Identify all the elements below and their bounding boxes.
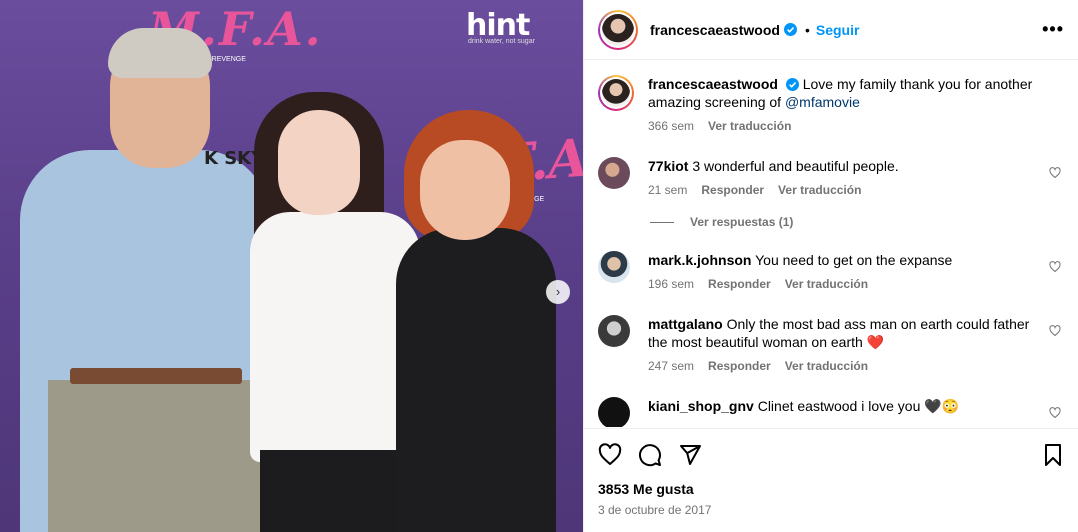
comment-username[interactable]: mark.k.johnson: [648, 252, 751, 268]
post-date[interactable]: 3 de octubre de 2017: [598, 503, 1065, 517]
comment-translate-link[interactable]: Ver traducción: [785, 275, 868, 293]
comment-body: 77kiot 3 wonderful and beautiful people.…: [648, 157, 1040, 199]
comment-body: mark.k.johnson You need to get on the ex…: [648, 251, 1040, 293]
person-1-belt: [70, 368, 242, 384]
like-heart-icon[interactable]: [598, 443, 622, 467]
view-replies-button[interactable]: Ver respuestas (1): [650, 215, 1065, 229]
like-comment-heart-icon[interactable]: [1049, 407, 1061, 419]
comment-translate-link[interactable]: Ver traducción: [778, 181, 861, 199]
comment-item: 77kiot 3 wonderful and beautiful people.…: [598, 157, 1065, 199]
caption-avatar-image: [602, 79, 630, 107]
comment-item: kiani_shop_gnv Clinet eastwood i love yo…: [598, 397, 1065, 427]
more-options-icon[interactable]: •••: [1042, 19, 1064, 40]
like-comment-heart-icon[interactable]: [1049, 325, 1061, 337]
like-comment-heart-icon[interactable]: [1049, 261, 1061, 273]
verified-badge-icon: [785, 78, 799, 91]
comment-age[interactable]: 196 sem: [648, 275, 694, 293]
commenter-avatar[interactable]: [598, 157, 630, 189]
commenter-avatar[interactable]: [598, 315, 630, 347]
follow-button[interactable]: Seguir: [816, 22, 860, 38]
comment-text: You need to get on the expanse: [755, 252, 953, 268]
caption-translate-link[interactable]: Ver traducción: [708, 117, 791, 135]
comment-bubble-icon[interactable]: [638, 443, 662, 467]
action-icons: [598, 429, 1065, 481]
author-avatar-image: [602, 13, 634, 46]
caption-body: francescaeastwood Love my family thank y…: [648, 75, 1040, 135]
commenter-avatar[interactable]: [598, 397, 630, 427]
post-actions: 3853 Me gusta 3 de octubre de 2017: [584, 428, 1078, 532]
sponsor-tagline: drink water, not sugar: [468, 38, 535, 45]
like-count[interactable]: 3853 Me gusta: [598, 481, 1065, 497]
comment-body: kiani_shop_gnv Clinet eastwood i love yo…: [648, 397, 1040, 415]
heart-emoji: ❤️: [866, 334, 885, 350]
share-paper-plane-icon[interactable]: [678, 443, 702, 467]
comment-meta: 247 sem Responder Ver traducción: [648, 357, 1040, 375]
caption: francescaeastwood Love my family thank y…: [598, 75, 1065, 135]
person-2-pants: [260, 450, 400, 532]
caption-meta: 366 sem Ver traducción: [648, 117, 1040, 135]
person-3-jacket: [396, 228, 556, 532]
caption-avatar[interactable]: [598, 75, 634, 111]
like-comment-heart-icon[interactable]: [1049, 167, 1061, 179]
comment-reply-button[interactable]: Responder: [708, 275, 771, 293]
person-1-pants: [48, 380, 263, 532]
commenter-avatar[interactable]: [598, 251, 630, 283]
comment-reply-button[interactable]: Responder: [708, 357, 771, 375]
person-3-face: [420, 140, 510, 240]
verified-badge-icon: [783, 23, 797, 36]
person-1-hair: [108, 28, 212, 78]
person-2-face: [278, 110, 360, 215]
comment-translate-link[interactable]: Ver traducción: [785, 357, 868, 375]
post-photo[interactable]: M.F.A. F.A. hint drink water, not sugar …: [0, 0, 583, 532]
comment-username[interactable]: kiani_shop_gnv: [648, 398, 754, 414]
comments-list[interactable]: francescaeastwood Love my family thank y…: [584, 61, 1078, 427]
comment-body: mattgalano Only the most bad ass man on …: [648, 315, 1040, 375]
view-replies-label: Ver respuestas (1): [690, 215, 794, 229]
comment-username[interactable]: mattgalano: [648, 316, 723, 332]
save-bookmark-icon[interactable]: [1041, 443, 1065, 467]
comment-age[interactable]: 21 sem: [648, 181, 687, 199]
author-avatar[interactable]: [598, 9, 638, 50]
comment-text: 3 wonderful and beautiful people.: [692, 158, 899, 174]
comment-meta: 196 sem Responder Ver traducción: [648, 275, 1040, 293]
next-photo-button[interactable]: ›: [546, 280, 570, 304]
post-modal: M.F.A. F.A. hint drink water, not sugar …: [0, 0, 1078, 532]
post-header: francescaeastwood • Seguir •••: [584, 0, 1078, 60]
author-username[interactable]: francescaeastwood: [650, 22, 780, 38]
caption-age[interactable]: 366 sem: [648, 117, 694, 135]
replies-divider-line: [650, 221, 674, 223]
person-2-blouse: [250, 212, 420, 462]
comment-item: mattgalano Only the most bad ass man on …: [598, 315, 1065, 375]
comment-text: Clinet eastwood i love you: [757, 398, 921, 414]
comment-meta: 21 sem Responder Ver traducción: [648, 181, 1040, 199]
comment-emoji: 🖤😳: [924, 398, 960, 414]
separator-dot: •: [804, 21, 810, 38]
caption-username[interactable]: francescaeastwood: [648, 76, 778, 92]
comment-item: mark.k.johnson You need to get on the ex…: [598, 251, 1065, 293]
comment-reply-button[interactable]: Responder: [701, 181, 764, 199]
comment-age[interactable]: 247 sem: [648, 357, 694, 375]
comment-username[interactable]: 77kiot: [648, 158, 688, 174]
caption-mention-link[interactable]: @mfamovie: [785, 94, 860, 110]
post-sidebar: francescaeastwood • Seguir ••• francesca…: [583, 0, 1078, 532]
